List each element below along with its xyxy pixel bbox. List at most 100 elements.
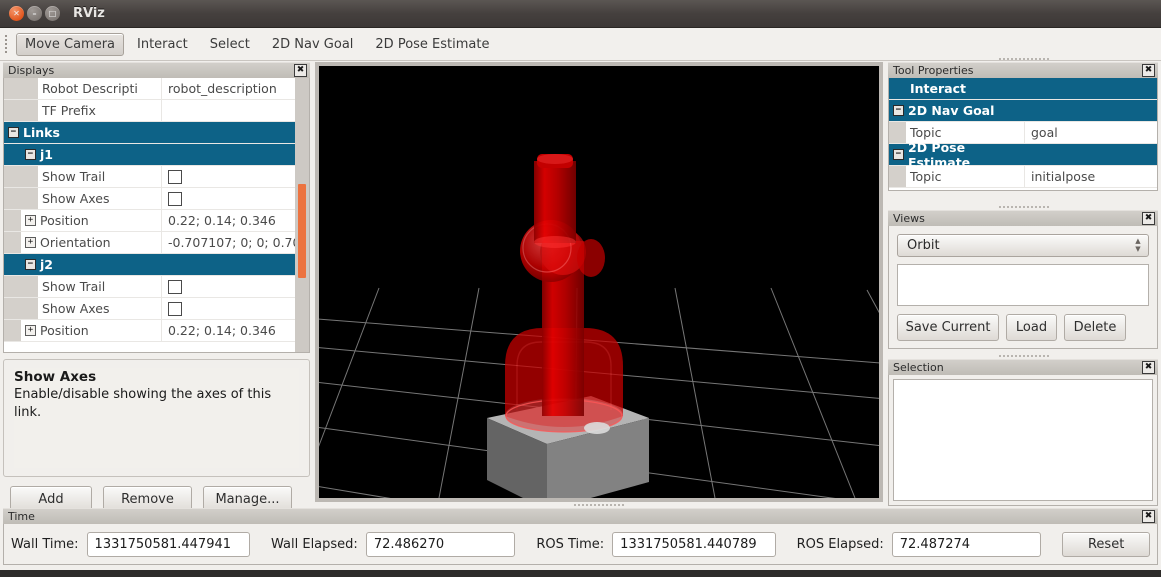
- tool-2d-nav-goal[interactable]: 2D Nav Goal: [263, 33, 363, 56]
- collapse-icon[interactable]: −: [893, 105, 904, 116]
- tree-row-label: 2D Pose Estimate: [908, 139, 971, 170]
- tree-row-value[interactable]: [162, 100, 309, 121]
- tree-row-value[interactable]: [162, 254, 309, 275]
- tree-row-name: Show Trail: [4, 276, 162, 297]
- tree-row-label: Interact: [910, 81, 966, 96]
- tree-row-value[interactable]: [162, 122, 309, 143]
- ros-time-input[interactable]: 1331750581.440789: [612, 531, 776, 557]
- tree-row[interactable]: −2D Nav Goal: [889, 100, 1157, 122]
- checkbox[interactable]: [168, 279, 182, 294]
- tree-row[interactable]: Show Trail: [4, 276, 309, 298]
- checkbox[interactable]: [168, 191, 182, 206]
- tool-move-camera[interactable]: Move Camera: [16, 32, 125, 56]
- tree-row-value[interactable]: [1025, 78, 1157, 99]
- selection-title-text: Selection: [893, 361, 944, 374]
- displays-scrollbar-thumb[interactable]: [298, 184, 306, 278]
- close-icon[interactable]: ✖: [294, 64, 307, 77]
- close-icon[interactable]: ✖: [1142, 510, 1155, 523]
- toolbar-drag-handle[interactable]: [3, 33, 12, 55]
- tree-row-label: Position: [40, 213, 89, 228]
- views-body: Orbit ▲ ▼ Save Current Load Delete: [888, 226, 1158, 349]
- selection-body: [888, 375, 1158, 506]
- tree-row[interactable]: + Orientation -0.707107; 0; 0; 0.7071: [4, 232, 309, 254]
- tree-row-label: Show Trail: [42, 169, 106, 184]
- tree-row-value[interactable]: [162, 276, 309, 297]
- ros-elapsed-input[interactable]: 72.487274: [891, 531, 1042, 557]
- tree-row-value[interactable]: [162, 166, 309, 187]
- close-window-icon[interactable]: ✕: [9, 6, 24, 21]
- tool-properties-tree[interactable]: Interact −2D Nav Goal Topic goal −2D Pose Es…: [888, 78, 1158, 191]
- displays-panel-title-text: Displays: [8, 64, 55, 77]
- save-current-button[interactable]: Save Current: [897, 314, 999, 341]
- tree-row-label: j1: [40, 147, 53, 162]
- chevron-updown-icon[interactable]: ▲ ▼: [1131, 237, 1145, 254]
- tree-indent-gutter: [4, 188, 38, 209]
- tree-row-value[interactable]: robot_description: [162, 78, 309, 99]
- tree-row-value[interactable]: [162, 298, 309, 319]
- collapse-icon[interactable]: −: [893, 149, 904, 160]
- tool-2d-pose-estimate[interactable]: 2D Pose Estimate: [366, 33, 498, 56]
- chevron-up-icon: ▲: [1135, 236, 1141, 245]
- 3d-render-view[interactable]: [315, 62, 883, 502]
- displays-tree[interactable]: Robot Descripti robot_description TF Prefi…: [3, 78, 310, 353]
- close-icon[interactable]: ✖: [1142, 212, 1155, 225]
- tree-row-value[interactable]: [1025, 144, 1157, 165]
- tree-row[interactable]: Show Axes: [4, 298, 309, 320]
- tree-row[interactable]: TF Prefix: [4, 100, 309, 122]
- tool-interact[interactable]: Interact: [128, 33, 197, 56]
- expand-icon[interactable]: +: [25, 325, 36, 336]
- collapse-icon[interactable]: −: [8, 127, 19, 138]
- minimize-window-icon[interactable]: –: [27, 6, 42, 21]
- collapse-icon[interactable]: −: [25, 149, 36, 160]
- tree-row-label: Topic: [910, 169, 942, 184]
- tree-row-name: + Orientation: [4, 232, 162, 253]
- tree-row[interactable]: Topic initialpose: [889, 166, 1157, 188]
- tree-row-label: 2D Nav Goal: [908, 103, 995, 118]
- tree-row-value[interactable]: [162, 144, 309, 165]
- tree-row-value[interactable]: -0.707107; 0; 0; 0.7071: [162, 232, 309, 253]
- tree-row-value[interactable]: 0.22; 0.14; 0.346: [162, 210, 309, 231]
- close-icon[interactable]: ✖: [1142, 361, 1155, 374]
- time-body: Wall Time: 1331750581.447941 Wall Elapse…: [3, 524, 1158, 565]
- tree-row[interactable]: −2D Pose Estimate: [889, 140, 1157, 170]
- reset-button[interactable]: Reset: [1062, 531, 1150, 557]
- selection-list[interactable]: [893, 379, 1153, 501]
- maximize-window-icon[interactable]: □: [45, 6, 60, 21]
- help-body: Enable/disable showing the axes of this …: [14, 387, 272, 420]
- tree-row-name: Robot Descripti: [4, 78, 162, 99]
- tree-indent-gutter: [4, 232, 21, 253]
- delete-button[interactable]: Delete: [1064, 314, 1126, 341]
- tree-row[interactable]: Show Trail: [4, 166, 309, 188]
- tree-row[interactable]: Robot Descripti robot_description: [4, 78, 309, 100]
- load-button[interactable]: Load: [1006, 314, 1057, 341]
- tree-row[interactable]: + Position 0.22; 0.14; 0.346: [4, 320, 309, 342]
- checkbox[interactable]: [168, 169, 182, 184]
- tree-indent-gutter: [4, 298, 38, 319]
- tree-row-label: Position: [40, 323, 89, 338]
- render-canvas[interactable]: [319, 66, 879, 498]
- tree-row[interactable]: − Links: [4, 122, 309, 144]
- wall-elapsed-input[interactable]: 72.486270: [365, 531, 516, 557]
- tree-row[interactable]: + Position 0.22; 0.14; 0.346: [4, 210, 309, 232]
- tree-row-value[interactable]: initialpose: [1025, 166, 1157, 187]
- tree-row-value[interactable]: [1025, 100, 1157, 121]
- tree-row-value[interactable]: goal: [1025, 122, 1157, 143]
- expand-icon[interactable]: +: [25, 237, 36, 248]
- tree-row[interactable]: Show Axes: [4, 188, 309, 210]
- tree-row-label: Orientation: [40, 235, 111, 250]
- tree-row-value[interactable]: [162, 188, 309, 209]
- close-icon[interactable]: ✖: [1142, 64, 1155, 77]
- tree-row[interactable]: Interact: [889, 78, 1157, 100]
- saved-views-list[interactable]: [897, 264, 1149, 306]
- view-mode-select[interactable]: Orbit ▲ ▼: [897, 234, 1149, 257]
- ros-elapsed-label: ROS Elapsed:: [796, 536, 884, 552]
- tree-row-value[interactable]: 0.22; 0.14; 0.346: [162, 320, 309, 341]
- tool-select[interactable]: Select: [201, 33, 259, 56]
- wall-time-input[interactable]: 1331750581.447941: [86, 531, 251, 557]
- checkbox[interactable]: [168, 301, 182, 316]
- tree-row[interactable]: − j1: [4, 144, 309, 166]
- expand-icon[interactable]: +: [25, 215, 36, 226]
- collapse-icon[interactable]: −: [25, 259, 36, 270]
- tree-indent-gutter: [889, 166, 906, 187]
- tree-row[interactable]: − j2: [4, 254, 309, 276]
